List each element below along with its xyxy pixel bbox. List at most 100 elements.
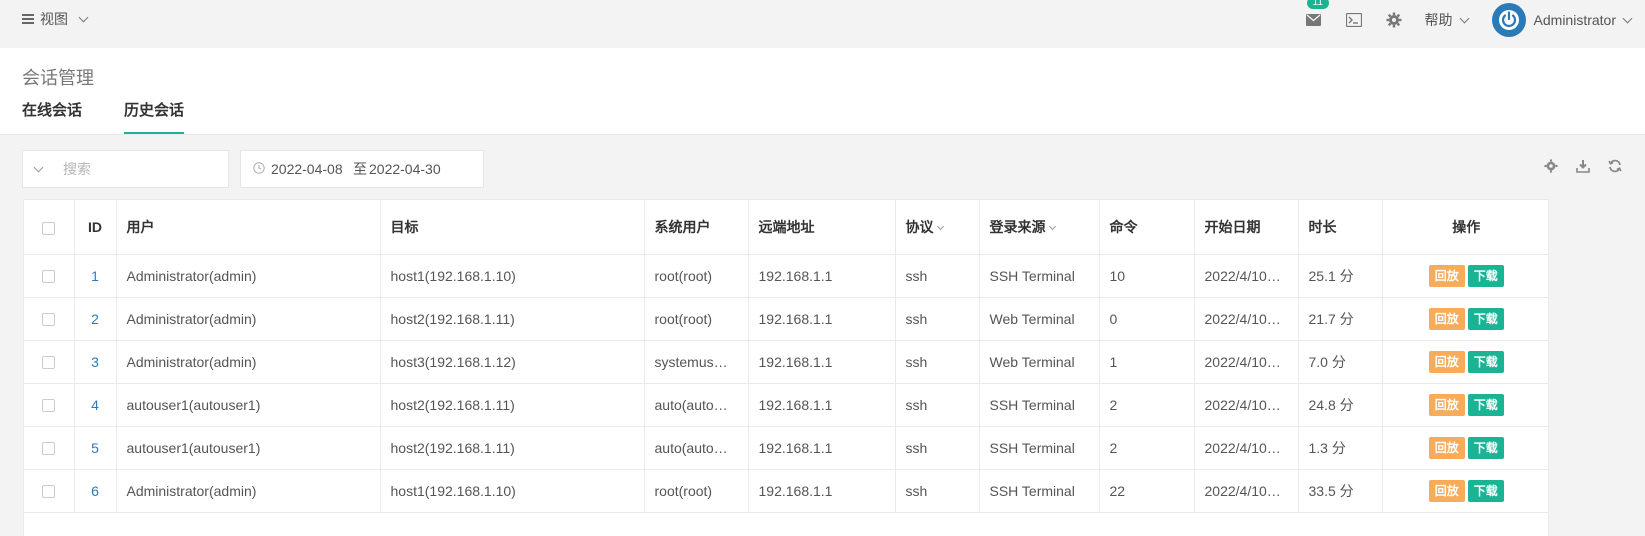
row-checkbox[interactable] xyxy=(42,356,56,370)
mail-icon[interactable]: 11 xyxy=(1305,0,1329,29)
row-checkbox[interactable] xyxy=(42,442,56,456)
row-select-cell xyxy=(24,297,75,341)
cell-duration: 25.1 分 xyxy=(1298,254,1383,298)
help-menu[interactable]: 帮助 xyxy=(1425,10,1469,30)
filter-chevron-icon[interactable] xyxy=(1048,222,1056,230)
row-checkbox[interactable] xyxy=(42,485,56,499)
settings-icon[interactable] xyxy=(1543,158,1559,174)
session-tabs: 在线会话 历史会话 xyxy=(22,96,185,134)
terminal-icon[interactable] xyxy=(1345,11,1363,29)
table-row: 4 autouser1(autouser1) host2(192.168.1.1… xyxy=(24,383,1548,427)
session-id-link[interactable]: 6 xyxy=(74,469,117,513)
download-button[interactable]: 下载 xyxy=(1467,479,1504,502)
cell-system-user: root(root) xyxy=(644,254,749,298)
chevron-down-icon xyxy=(33,162,43,172)
view-menu-label: 视图 xyxy=(40,11,68,27)
chevron-down-icon xyxy=(1459,13,1469,23)
table-row: 5 autouser1(autouser1) host2(192.168.1.1… xyxy=(24,426,1548,470)
session-id-link[interactable]: 3 xyxy=(74,340,117,384)
date-range-picker[interactable]: 2022-04-08 至 2022-04-30 xyxy=(240,150,484,188)
cell-system-user: root(root) xyxy=(644,297,749,341)
replay-button[interactable]: 回放 xyxy=(1428,393,1465,416)
cell-user: autouser1(autouser1) xyxy=(116,426,381,470)
column-header-actions: 操作 xyxy=(1382,200,1548,255)
session-id-link[interactable]: 2 xyxy=(74,297,117,341)
download-button[interactable]: 下载 xyxy=(1467,393,1504,416)
filter-chevron-icon[interactable] xyxy=(936,222,944,230)
cell-remote-address: 192.168.1.1 xyxy=(748,340,896,384)
user-menu[interactable]: Administrator xyxy=(1491,3,1633,37)
table-header-row: ID 用户 目标 系统用户 远端地址 协议 登录来源 命令 开始日期 时长 操作 xyxy=(24,200,1548,255)
tab-online-sessions[interactable]: 在线会话 xyxy=(22,96,82,134)
cell-duration: 1.3 分 xyxy=(1298,426,1383,470)
cell-remote-address: 192.168.1.1 xyxy=(748,426,896,470)
column-header-commands[interactable]: 命令 xyxy=(1099,200,1195,255)
cell-target: host3(192.168.1.12) xyxy=(380,340,645,384)
search-input[interactable] xyxy=(63,161,213,177)
cell-start-date: 2022/4/10… xyxy=(1194,340,1299,384)
download-icon[interactable] xyxy=(1575,158,1591,174)
select-all-checkbox[interactable] xyxy=(42,221,56,235)
row-select-cell xyxy=(24,254,75,298)
cell-duration: 33.5 分 xyxy=(1298,469,1383,513)
cell-system-user: root(root) xyxy=(644,469,749,513)
cell-protocol: ssh xyxy=(895,254,980,298)
replay-button[interactable]: 回放 xyxy=(1428,307,1465,330)
cell-user: Administrator(admin) xyxy=(116,469,381,513)
column-header-remote-address[interactable]: 远端地址 xyxy=(748,200,896,255)
chevron-down-icon xyxy=(78,12,89,22)
download-button[interactable]: 下载 xyxy=(1467,436,1504,459)
column-header-start-date[interactable]: 开始日期 xyxy=(1194,200,1299,255)
row-checkbox[interactable] xyxy=(42,399,56,413)
refresh-icon[interactable] xyxy=(1607,158,1623,174)
search-field[interactable] xyxy=(22,150,229,188)
cell-login-source: Web Terminal xyxy=(979,340,1100,384)
column-header-protocol[interactable]: 协议 xyxy=(895,200,980,255)
row-checkbox[interactable] xyxy=(42,313,56,327)
tab-history-sessions[interactable]: 历史会话 xyxy=(124,96,185,134)
search-filter-dropdown[interactable] xyxy=(23,162,53,172)
column-header-target[interactable]: 目标 xyxy=(380,200,645,255)
cell-commands: 0 xyxy=(1099,297,1195,341)
session-id-link[interactable]: 4 xyxy=(74,383,117,427)
replay-button[interactable]: 回放 xyxy=(1428,479,1465,502)
column-header-id[interactable]: ID xyxy=(74,200,117,255)
cell-protocol: ssh xyxy=(895,340,980,384)
user-name: Administrator xyxy=(1533,12,1616,28)
gear-icon[interactable] xyxy=(1385,11,1403,29)
cell-start-date: 2022/4/10… xyxy=(1194,297,1299,341)
cell-user: autouser1(autouser1) xyxy=(116,383,381,427)
view-menu[interactable]: 视图 xyxy=(22,9,89,29)
table-row: 1 Administrator(admin) host1(192.168.1.1… xyxy=(24,254,1548,298)
column-header-login-source-label: 登录来源 xyxy=(989,218,1046,235)
session-table: ID 用户 目标 系统用户 远端地址 协议 登录来源 命令 开始日期 时长 操作… xyxy=(23,199,1549,536)
download-button[interactable]: 下载 xyxy=(1467,350,1504,373)
cell-protocol: ssh xyxy=(895,426,980,470)
cell-actions: 回放 下载 xyxy=(1382,383,1548,427)
cell-user: Administrator(admin) xyxy=(116,297,381,341)
date-from[interactable]: 2022-04-08 xyxy=(271,161,351,177)
row-checkbox[interactable] xyxy=(42,270,56,284)
column-header-user[interactable]: 用户 xyxy=(116,200,381,255)
session-id-link[interactable]: 5 xyxy=(74,426,117,470)
column-header-duration[interactable]: 时长 xyxy=(1298,200,1383,255)
session-id-link[interactable]: 1 xyxy=(74,254,117,298)
column-header-system-user[interactable]: 系统用户 xyxy=(644,200,749,255)
row-select-cell xyxy=(24,469,75,513)
replay-button[interactable]: 回放 xyxy=(1428,264,1465,287)
cell-actions: 回放 下载 xyxy=(1382,340,1548,384)
cell-login-source: Web Terminal xyxy=(979,297,1100,341)
download-button[interactable]: 下载 xyxy=(1467,264,1504,287)
table-row: 6 Administrator(admin) host1(192.168.1.1… xyxy=(24,469,1548,513)
replay-button[interactable]: 回放 xyxy=(1428,350,1465,373)
replay-button[interactable]: 回放 xyxy=(1428,436,1465,459)
cell-actions: 回放 下载 xyxy=(1382,426,1548,470)
column-header-login-source[interactable]: 登录来源 xyxy=(979,200,1100,255)
cell-user: Administrator(admin) xyxy=(116,340,381,384)
date-separator: 至 xyxy=(353,161,367,177)
cell-remote-address: 192.168.1.1 xyxy=(748,254,896,298)
date-to[interactable]: 2022-04-30 xyxy=(369,161,449,177)
cell-actions: 回放 下载 xyxy=(1382,297,1548,341)
download-button[interactable]: 下载 xyxy=(1467,307,1504,330)
cell-commands: 1 xyxy=(1099,340,1195,384)
